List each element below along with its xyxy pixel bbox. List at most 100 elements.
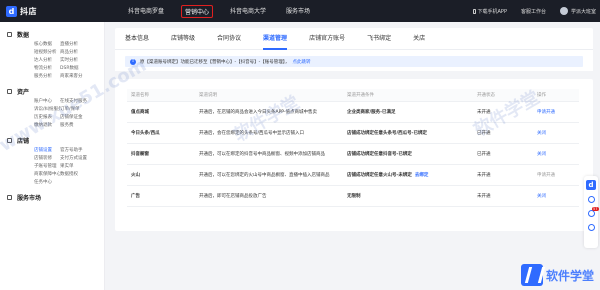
sidebar-section-assets: 资产 账户中心 在线支付服务 诉讼/纠纷服务 订单/保单 历史报表 店铺保证金 …: [0, 87, 104, 130]
logo-icon: d: [6, 5, 17, 17]
sidebar-item[interactable]: 历史报表: [34, 114, 60, 122]
sidebar-item[interactable]: 物流分析: [34, 65, 60, 73]
sidebar-item[interactable]: 商家保障中心: [34, 171, 60, 179]
channel-name: 火山: [127, 164, 195, 186]
channel-status: 未开通: [473, 101, 533, 123]
sidebar-section-data: 数据 核心数据 直播分析 短视频分析 商品分析 达人分析 实时分析 物流分析 D…: [0, 30, 104, 81]
go-bind-link[interactable]: 去绑定: [415, 173, 429, 178]
app-logo[interactable]: d 抖店: [6, 5, 37, 17]
channel-name: 抖音橱窗: [127, 143, 195, 165]
sidebar-item[interactable]: 支付方式设置: [60, 155, 100, 163]
channel-status: 已开通: [473, 143, 533, 165]
channel-table: 渠道名称 渠道说明 渠道开通条件 开通状态 操作 值点商城 开通后，在店铺的商品…: [127, 89, 579, 207]
sidebar-item[interactable]: 缴纳退款: [34, 122, 60, 130]
sidebar-section-header[interactable]: 数据: [0, 30, 104, 39]
nav-right-actions: 下载手机APP 客服工作台 学派大班室: [459, 0, 596, 22]
sidebar-item[interactable]: 任务中心: [34, 179, 60, 187]
sidebar-item[interactable]: 服务分析: [34, 73, 60, 81]
sidebar-section-header[interactable]: 资产: [0, 87, 104, 96]
tab-basic-info[interactable]: 基本信息: [125, 28, 149, 50]
tab-channel-management[interactable]: 渠道管理: [263, 28, 288, 50]
column-header: 渠道说明: [195, 89, 343, 102]
channel-name: 值点商城: [127, 101, 195, 123]
sidebar-item[interactable]: 数据授权: [60, 171, 100, 179]
sidebar-item[interactable]: 果实单: [60, 163, 100, 171]
nav-link-marketing-center[interactable]: 营销中心: [181, 4, 214, 18]
channel-status: 未开通: [473, 185, 533, 207]
table-row: 火山 开通后，可以在您绑定的火山号中商品橱窗、直播中插入店铺商品 店铺成功绑定任…: [127, 164, 579, 186]
notice-wrapper: ! 原【渠道账号绑定】功能已迁移至【营销中心】-【抖音号】-【账号管理】， 点此…: [115, 50, 593, 71]
notice-text: 原【渠道账号绑定】功能已迁移至【营销中心】-【抖音号】-【账号管理】，: [140, 59, 290, 65]
nav-link-university[interactable]: 抖音电商大学: [227, 5, 269, 18]
sidebar-item[interactable]: 店铺装修: [34, 155, 60, 163]
condition-text: 店铺成功绑定任意火山号-未绑定: [347, 172, 412, 178]
channel-desc: 开通后，可以在绑定的抖音号中商品橱窗、视频中添加店铺商品: [195, 143, 343, 165]
column-header: 渠道名称: [127, 89, 195, 102]
sidebar-section-header[interactable]: 服务市场: [0, 193, 104, 202]
close-channel-button[interactable]: 关闭: [537, 152, 546, 157]
nav-link-service-market[interactable]: 服务市场: [283, 5, 313, 18]
tab-feishu-binding[interactable]: 飞书绑定: [367, 28, 391, 50]
sidebar-section-header[interactable]: 店铺: [0, 136, 104, 145]
sidebar-item[interactable]: DSR数据: [60, 65, 100, 73]
channel-condition: 店铺成功绑定任意抖音号-已绑定: [343, 143, 473, 165]
column-header: 渠道开通条件: [343, 89, 473, 102]
tab-official-accounts[interactable]: 店铺官方账号: [309, 28, 345, 50]
store-icon: [7, 138, 12, 143]
sidebar: 数据 核心数据 直播分析 短视频分析 商品分析 达人分析 实时分析 物流分析 D…: [0, 22, 105, 290]
sidebar-section-title: 数据: [17, 32, 30, 39]
sidebar-item[interactable]: 服务费: [60, 122, 100, 130]
avatar: [559, 7, 568, 15]
channel-desc: 开通后，在店铺的商品会进入今日头条APP-值点商城中售卖: [195, 101, 343, 123]
download-app-link[interactable]: 下载手机APP: [472, 8, 507, 15]
watermark-logo: 软件学堂: [520, 264, 594, 286]
message-badge: 57: [592, 207, 599, 211]
headset-icon[interactable]: [587, 196, 595, 203]
doudian-helper-icon[interactable]: d: [586, 180, 596, 190]
table-header-row: 渠道名称 渠道说明 渠道开通条件 开通状态 操作: [127, 89, 579, 102]
apply-open-button-disabled[interactable]: 申请开通: [537, 173, 555, 178]
notice-banner: ! 原【渠道账号绑定】功能已迁移至【营销中心】-【抖音号】-【账号管理】， 点此…: [125, 56, 583, 67]
close-channel-button[interactable]: 关闭: [537, 131, 546, 136]
sidebar-item[interactable]: 账户中心: [34, 98, 60, 106]
user-name: 学派大班室: [570, 8, 596, 15]
sidebar-item[interactable]: 直播分析: [60, 41, 100, 49]
tab-store-level[interactable]: 店铺等级: [171, 28, 195, 50]
sidebar-section-title: 资产: [17, 89, 30, 96]
nav-link-compass[interactable]: 抖音电商罗盘: [125, 5, 167, 18]
sidebar-item[interactable]: 商品分析: [60, 49, 100, 57]
sidebar-item[interactable]: 订单/保单: [60, 106, 100, 114]
sidebar-item[interactable]: 店铺保证金: [60, 114, 100, 122]
tab-contracts[interactable]: 合同协议: [217, 28, 241, 50]
sidebar-item[interactable]: 短视频分析: [34, 49, 60, 57]
sidebar-item[interactable]: 达人分析: [34, 57, 60, 65]
sidebar-item[interactable]: 在线支付服务: [60, 98, 100, 106]
notice-jump-link[interactable]: 点此跳转: [293, 59, 311, 65]
apply-open-button[interactable]: 申请开通: [537, 110, 555, 115]
channel-condition: 店铺成功绑定任意头条号/西瓜号-已绑定: [343, 122, 473, 144]
channel-condition: 无限制: [343, 185, 473, 207]
sidebar-item[interactable]: 官方号助手: [60, 147, 100, 155]
channel-name: 今日头条/西瓜: [127, 122, 195, 144]
sidebar-item[interactable]: 子账号管理: [34, 163, 60, 171]
user-menu[interactable]: 学派大班室: [559, 7, 596, 15]
channel-desc: 开通后，即可在店铺商品投放广告: [195, 185, 343, 207]
close-channel-button[interactable]: 关闭: [537, 194, 546, 199]
table-row: 抖音橱窗 开通后，可以在绑定的抖音号中商品橱窗、视频中添加店铺商品 店铺成功绑定…: [127, 143, 579, 165]
grid-icon: [7, 195, 12, 200]
download-app-label: 下载手机APP: [477, 8, 507, 15]
sidebar-item[interactable]: 诉讼/纠纷服务: [34, 106, 60, 114]
sidebar-item[interactable]: 实时分析: [60, 57, 100, 65]
sidebar-item[interactable]: 商家来客分: [60, 73, 100, 81]
sidebar-section-title: 服务市场: [17, 195, 42, 202]
workbench-link[interactable]: 客服工作台: [521, 8, 546, 15]
logo-text: 抖店: [20, 6, 37, 16]
channel-table-card: 渠道名称 渠道说明 渠道开通条件 开通状态 操作 值点商城 开通后，在店铺的商品…: [115, 79, 593, 231]
message-icon[interactable]: 57: [587, 207, 599, 217]
sidebar-section-title: 店铺: [17, 138, 30, 145]
sidebar-item-store-settings[interactable]: 店铺设置: [34, 147, 60, 155]
help-icon[interactable]: [587, 224, 595, 231]
brand-logo-icon: [520, 264, 543, 286]
tab-close-store[interactable]: 关店: [413, 28, 425, 50]
sidebar-item[interactable]: 核心数据: [34, 41, 60, 49]
